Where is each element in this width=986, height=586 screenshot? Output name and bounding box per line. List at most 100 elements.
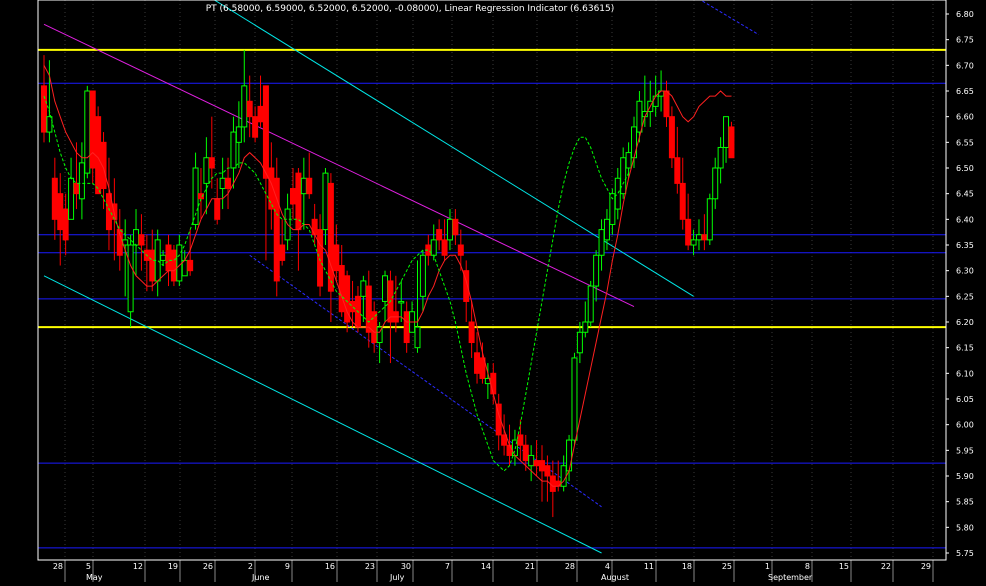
chart-container: 5.75 5.80 5.85 5.90 5.95 6.00 6.05 6.10 6.15 6.20… (0, 0, 986, 582)
y-tick-label: 6.10 (956, 369, 974, 378)
candle-body (706, 198, 713, 241)
candle-body (382, 275, 389, 302)
candle-body (690, 239, 697, 246)
candle-body (533, 460, 540, 467)
candle-body (468, 321, 475, 344)
x-day-label: 21 (525, 562, 535, 571)
x-day-label: 16 (325, 562, 335, 571)
candle-body (176, 244, 183, 282)
y-tick-label: 6.55 (956, 138, 974, 147)
candle-body (566, 439, 573, 472)
candle-body (41, 85, 47, 133)
candle-body (203, 157, 210, 184)
candle-body (712, 167, 719, 200)
x-day-label: 11 (644, 562, 654, 571)
x-day-label: 26 (203, 562, 213, 571)
candle-body (549, 475, 556, 492)
candle-body (365, 285, 372, 333)
candle-body (658, 90, 665, 97)
candle-body (598, 229, 605, 256)
x-month-label: August (601, 573, 629, 582)
x-day-label: 9 (285, 562, 290, 571)
x-day-label: 1 (765, 562, 770, 571)
candle-body (538, 460, 545, 472)
x-day-label: 25 (722, 562, 732, 571)
candle-body (652, 95, 659, 107)
candle-body (517, 434, 524, 446)
candle-body (311, 218, 318, 236)
y-tick-label: 6.00 (956, 421, 974, 430)
x-day-label: 7 (445, 562, 450, 571)
x-axis: 28 5 12 19 26 2 9 16 23 30 7 14 21 28 4 11 18 25 1 8 15 22 29M… (38, 560, 946, 582)
candle-body (419, 254, 426, 297)
y-tick-label: 6.80 (956, 10, 974, 19)
candle-body (603, 218, 610, 241)
y-tick-label: 6.05 (956, 395, 974, 404)
candle-body (133, 229, 140, 246)
x-day-label: 30 (401, 562, 411, 571)
candle-body (165, 244, 172, 272)
candle-body (679, 182, 686, 220)
candle-body (631, 126, 638, 159)
candle-body (403, 311, 410, 344)
candle-body (446, 218, 453, 241)
candle-body (674, 157, 681, 184)
candle-body (289, 188, 296, 205)
candle-body (587, 285, 594, 323)
candle-body (452, 218, 459, 236)
y-tick-label: 6.20 (956, 318, 974, 327)
candle-body (84, 90, 91, 174)
candle-body (338, 265, 345, 313)
candle-body (208, 157, 215, 169)
candle-body (506, 444, 513, 456)
candle-body (625, 152, 632, 169)
y-tick-label: 6.30 (956, 267, 974, 276)
candle-body (95, 116, 102, 195)
y-tick-label: 5.75 (956, 549, 974, 558)
candle-body (170, 249, 177, 282)
y-tick-label: 6.50 (956, 164, 974, 173)
x-day-label: 23 (365, 562, 375, 571)
candle-body (441, 239, 448, 256)
candle-body (576, 331, 583, 354)
candle-body (571, 357, 578, 441)
y-tick-label: 6.35 (956, 241, 974, 250)
candle-body (317, 229, 324, 287)
candle-body (636, 100, 643, 133)
candle-body (306, 177, 313, 195)
y-tick-label: 6.70 (956, 61, 974, 70)
x-day-label: 12 (133, 562, 143, 571)
candle-body (235, 126, 242, 143)
candle-body (436, 229, 443, 241)
x-day-label: 2 (248, 562, 253, 571)
y-tick-label: 6.75 (956, 36, 974, 45)
candle-body (474, 352, 481, 374)
x-day-label: 14 (481, 562, 491, 571)
candle-body (614, 177, 621, 210)
candle-body (668, 116, 675, 159)
x-day-label: 29 (921, 562, 931, 571)
x-month-label: July (389, 573, 405, 582)
candle-body (181, 259, 188, 277)
x-day-label: 28 (565, 562, 575, 571)
candle-body (279, 244, 286, 261)
y-tick-label: 6.40 (956, 215, 974, 224)
candle-body (555, 480, 562, 487)
candle-body (349, 300, 356, 313)
x-month-label: June (251, 573, 270, 582)
candle-body (300, 177, 307, 195)
x-month-label: May (86, 573, 103, 582)
candle-body (89, 90, 96, 169)
candle-body (230, 131, 237, 169)
candle-body (257, 105, 264, 123)
candle-body (695, 234, 702, 241)
x-day-label: 19 (168, 562, 178, 571)
candle-body (62, 208, 69, 241)
y-tick-label: 5.85 (956, 498, 974, 507)
price-chart: 5.75 5.80 5.85 5.90 5.95 6.00 6.05 6.10 6.15 6.20… (0, 0, 986, 582)
candle-body (51, 177, 58, 220)
candle-body (149, 249, 156, 282)
x-day-label: 4 (605, 562, 610, 571)
candle-body (701, 234, 708, 241)
candle-body (46, 116, 53, 133)
